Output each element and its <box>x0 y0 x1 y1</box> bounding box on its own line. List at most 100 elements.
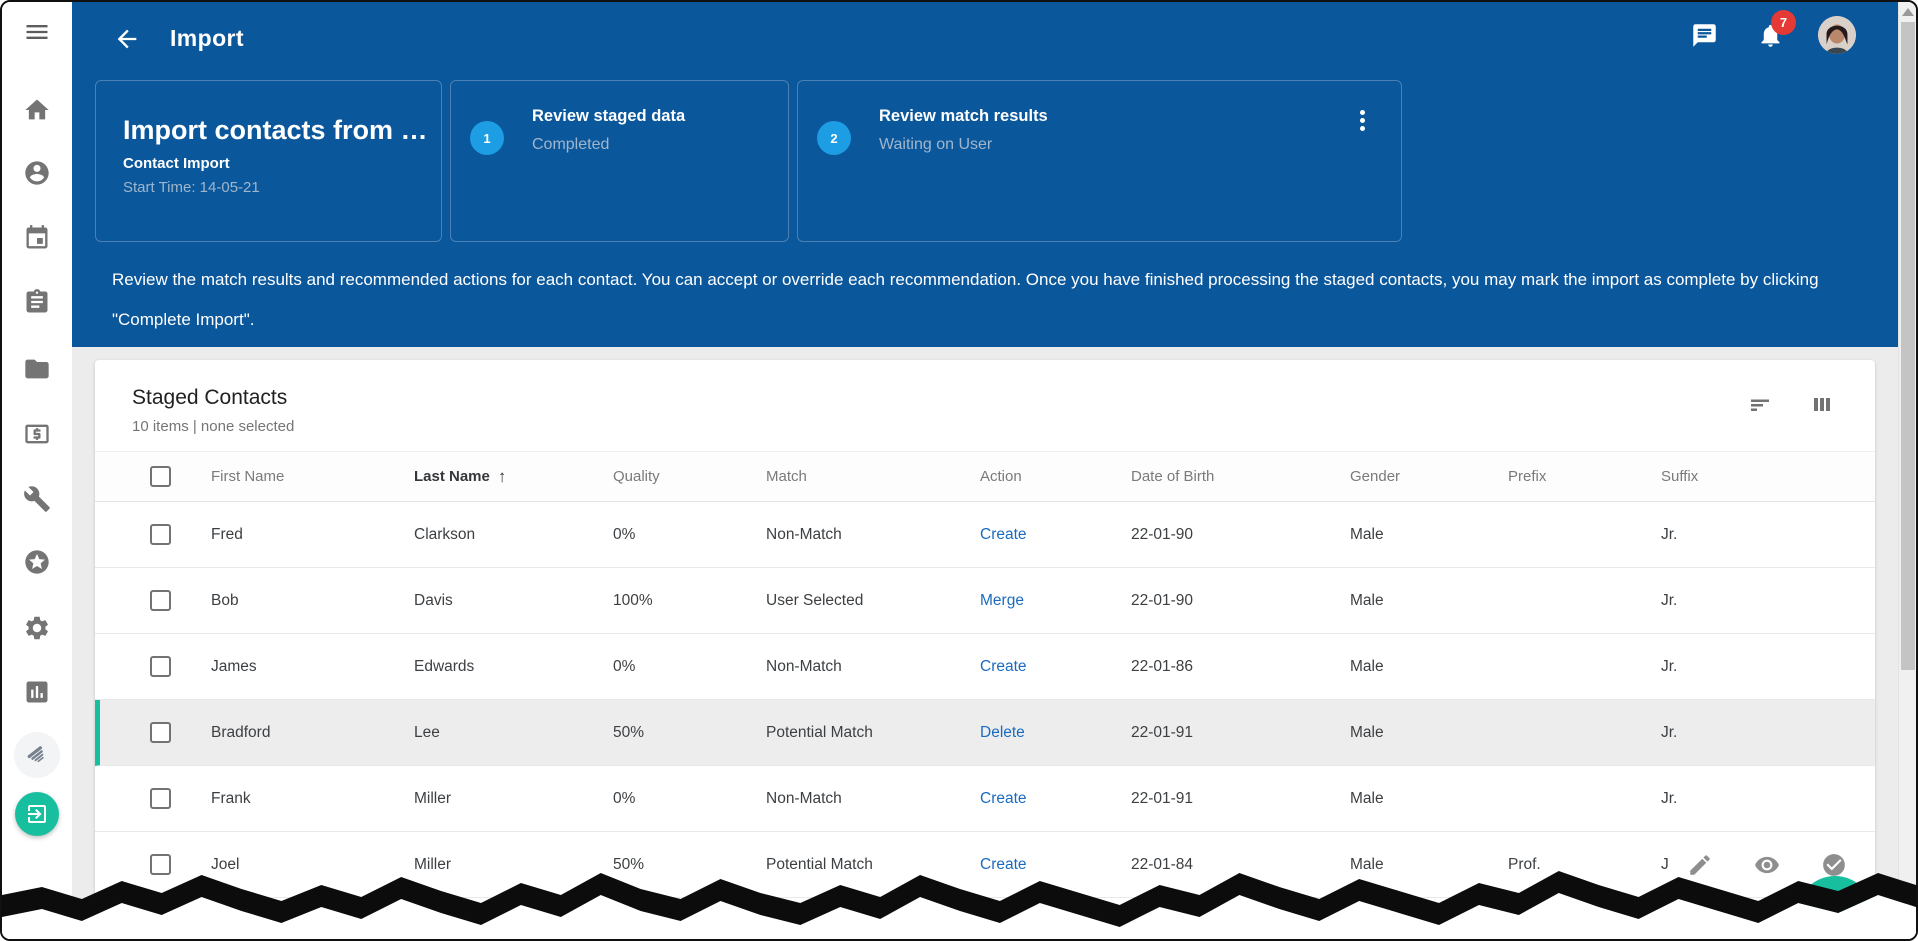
table-row[interactable]: Joel Miller 50% Potential Match Create 2… <box>95 832 1875 898</box>
sort-icon[interactable] <box>1747 392 1773 418</box>
cell-quality: 100% <box>613 591 653 609</box>
table-header-bar: Staged Contacts 10 items | none selected <box>95 360 1875 452</box>
favorites-icon[interactable] <box>23 548 51 576</box>
row-checkbox[interactable] <box>150 656 171 677</box>
vertical-scrollbar[interactable] <box>1898 2 1916 939</box>
folder-icon[interactable] <box>23 355 51 383</box>
cell-action-link[interactable]: Create <box>980 658 1131 676</box>
import-exit-icon[interactable] <box>15 792 59 836</box>
step-title: Review match results <box>879 107 1048 125</box>
tasks-icon[interactable] <box>23 288 51 316</box>
cell-dob: 22-01-90 <box>1131 525 1194 543</box>
cell-match: Non-Match <box>766 525 842 543</box>
cell-gender: Male <box>1350 657 1384 675</box>
step-card-1[interactable]: 1 Review staged data Completed <box>450 80 789 242</box>
select-all-checkbox[interactable] <box>150 466 171 487</box>
cell-action-link[interactable]: Create <box>980 856 1131 874</box>
cell-first-name: James <box>211 657 257 675</box>
column-header-suffix[interactable]: Suffix <box>1661 468 1851 485</box>
table-row[interactable]: James Edwards 0% Non-Match Create 22-01-… <box>95 634 1875 700</box>
instructions-text: Review the match results and recommended… <box>112 270 1819 329</box>
menu-icon[interactable] <box>23 18 51 46</box>
cell-last-name: Miller <box>414 789 452 807</box>
cell-match: Non-Match <box>766 789 842 807</box>
hero-section: Import Import contacts from … Contact Im… <box>72 2 1898 347</box>
cell-dob: 22-01-84 <box>1131 855 1194 873</box>
chat-icon[interactable] <box>1686 17 1722 53</box>
app-bar: Import <box>72 2 1898 64</box>
row-checkbox[interactable] <box>150 722 171 743</box>
row-checkbox[interactable] <box>150 524 171 545</box>
step-status: Waiting on User <box>879 136 993 153</box>
row-checkbox[interactable] <box>150 854 171 875</box>
accept-check-icon[interactable] <box>1821 852 1847 878</box>
navigation-sidebar <box>2 2 72 939</box>
column-header-quality[interactable]: Quality <box>613 468 766 485</box>
notifications-bell-icon[interactable]: 7 <box>1752 10 1796 53</box>
table-selection-summary: 10 items | none selected <box>132 418 295 435</box>
staged-contacts-card: Staged Contacts 10 items | none selected… <box>95 360 1875 939</box>
job-start-time: Start Time: 14-05-21 <box>123 179 260 196</box>
cell-suffix: Jr. <box>1661 657 1678 675</box>
cell-last-name: Lee <box>414 723 440 741</box>
handshake-icon[interactable] <box>14 732 60 778</box>
tools-icon[interactable] <box>23 485 51 513</box>
column-header-dob[interactable]: Date of Birth <box>1131 468 1350 485</box>
column-header-action[interactable]: Action <box>980 468 1131 485</box>
cell-suffix: Jr. <box>1661 723 1678 741</box>
edit-pencil-icon[interactable] <box>1687 852 1713 878</box>
more-options-icon[interactable] <box>1351 107 1373 133</box>
job-title: Import contacts from … <box>123 115 428 145</box>
column-header-gender[interactable]: Gender <box>1350 468 1508 485</box>
cell-first-name: Joel <box>211 855 240 873</box>
cell-match: Potential Match <box>766 723 873 741</box>
cell-first-name: Frank <box>211 789 251 807</box>
column-header-first-name[interactable]: First Name <box>211 468 414 485</box>
row-checkbox[interactable] <box>150 590 171 611</box>
cell-gender: Male <box>1350 591 1384 609</box>
scrollbar-thumb[interactable] <box>1901 22 1915 670</box>
billing-icon[interactable] <box>23 420 51 448</box>
cell-first-name: Fred <box>211 525 243 543</box>
column-header-match[interactable]: Match <box>766 468 980 485</box>
settings-icon[interactable] <box>23 614 51 642</box>
import-screen: Import Import contacts from … Contact Im… <box>0 0 1918 941</box>
step-title: Review staged data <box>532 107 686 125</box>
cell-dob: 22-01-86 <box>1131 657 1194 675</box>
cell-action-link[interactable]: Create <box>980 526 1131 544</box>
user-avatar[interactable] <box>1818 16 1856 54</box>
row-checkbox[interactable] <box>150 788 171 809</box>
calendar-icon[interactable] <box>23 224 51 252</box>
cell-suffix: Jr. <box>1661 591 1678 609</box>
cell-action-link[interactable]: Delete <box>980 724 1131 742</box>
view-eye-icon[interactable] <box>1754 852 1780 878</box>
reports-icon[interactable] <box>23 678 51 706</box>
sort-direction-icon: ↑ <box>497 466 507 486</box>
cell-suffix: J <box>1661 852 1851 878</box>
cell-last-name: Davis <box>414 591 453 609</box>
cell-match: Non-Match <box>766 657 842 675</box>
table-row[interactable]: Bob Davis 100% User Selected Merge 22-01… <box>95 568 1875 634</box>
step-card-2[interactable]: 2 Review match results Waiting on User <box>797 80 1402 242</box>
import-job-card[interactable]: Import contacts from … Contact Import St… <box>95 80 442 242</box>
table-row[interactable]: Bradford Lee 50% Potential Match Delete … <box>95 700 1875 766</box>
step-number-badge: 2 <box>817 121 851 155</box>
back-button[interactable] <box>113 25 143 55</box>
table-row[interactable]: Frank Miller 0% Non-Match Create 22-01-9… <box>95 766 1875 832</box>
table-row[interactable]: Fred Clarkson 0% Non-Match Create 22-01-… <box>95 502 1875 568</box>
step-status: Completed <box>532 136 610 153</box>
cell-prefix: Prof. <box>1508 855 1541 873</box>
scroll-up-arrow-icon[interactable] <box>1901 8 1914 16</box>
cell-action-link[interactable]: Merge <box>980 592 1131 610</box>
topbar-icons: 7 <box>1686 10 1856 54</box>
home-icon[interactable] <box>23 96 51 124</box>
table-title: Staged Contacts <box>132 386 288 409</box>
cell-action-link[interactable]: Create <box>980 790 1131 808</box>
contacts-icon[interactable] <box>23 159 51 187</box>
wizard-cards: Import contacts from … Contact Import St… <box>95 80 1402 242</box>
cell-dob: 22-01-90 <box>1131 591 1194 609</box>
column-header-last-name[interactable]: Last Name ↑ <box>414 467 613 487</box>
column-header-prefix[interactable]: Prefix <box>1508 468 1661 485</box>
cell-last-name: Edwards <box>414 657 475 675</box>
view-columns-icon[interactable] <box>1809 392 1835 418</box>
